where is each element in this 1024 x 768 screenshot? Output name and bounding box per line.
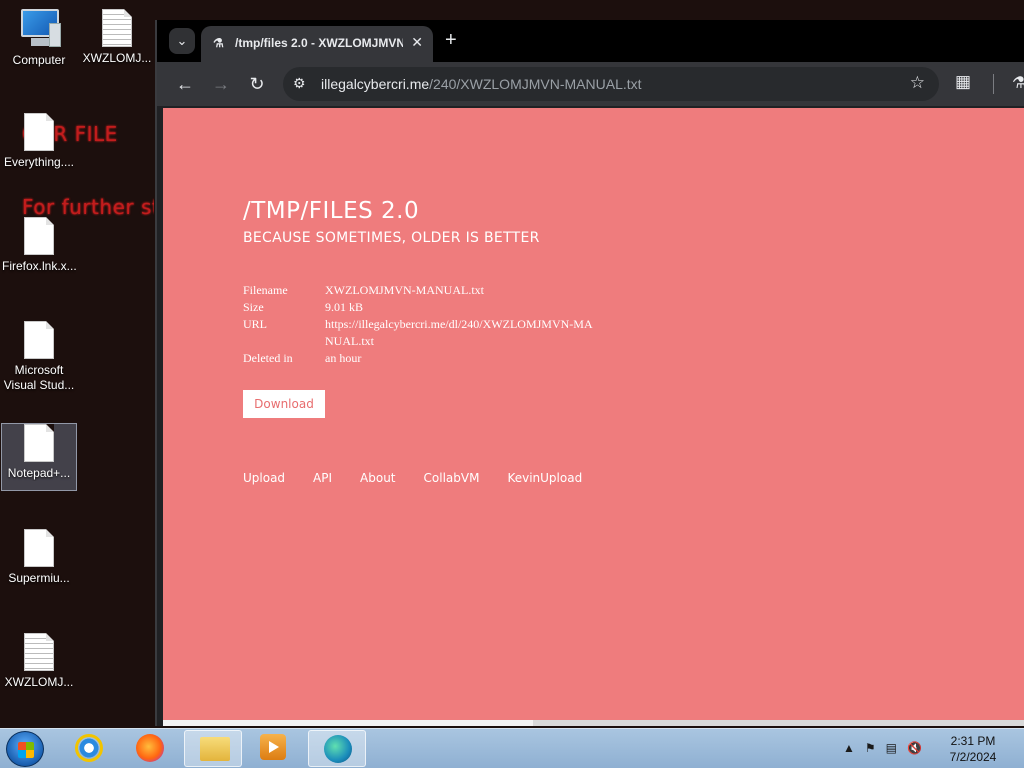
browser-toolbar: ← → ↻ ⚙ illegalcybercri.me/240/XWZLOMJMV… bbox=[157, 62, 1024, 106]
file-icon bbox=[24, 424, 54, 462]
horizontal-scrollbar[interactable] bbox=[163, 720, 1024, 726]
file-info-key: URL bbox=[243, 317, 267, 331]
file-info-row: Size 9.01 kB bbox=[243, 299, 595, 316]
text-file-icon bbox=[102, 9, 132, 47]
desktop-icon-label: Everything.... bbox=[3, 155, 75, 169]
scrollbar-thumb[interactable] bbox=[163, 720, 533, 726]
file-info-row: Deleted in an hour bbox=[243, 350, 595, 367]
desktop-icon-label: Firefox.lnk.x... bbox=[2, 259, 76, 273]
address-bar[interactable]: ⚙ illegalcybercri.me/240/XWZLOMJMVN-MANU… bbox=[283, 67, 939, 101]
tab-strip: ⌄ ⚗ /tmp/files 2.0 - XWZLOMJMVN ✕ + bbox=[157, 20, 1024, 62]
browser-icon bbox=[324, 735, 352, 763]
footer-link-api[interactable]: API bbox=[313, 471, 332, 485]
file-info-row: Filename XWZLOMJMVN-MANUAL.txt bbox=[243, 282, 595, 299]
footer-link-upload[interactable]: Upload bbox=[243, 471, 285, 485]
forward-button[interactable]: → bbox=[209, 72, 233, 96]
file-icon bbox=[24, 321, 54, 359]
start-button[interactable] bbox=[6, 731, 44, 767]
show-hidden-icons-icon[interactable]: ▲ bbox=[843, 741, 855, 755]
footer-link-about[interactable]: About bbox=[360, 471, 395, 485]
labs-flask-icon[interactable]: ⚗ bbox=[1012, 73, 1024, 93]
browser-tab[interactable]: ⚗ /tmp/files 2.0 - XWZLOMJMVN ✕ bbox=[201, 26, 433, 62]
desktop-icon-label: Microsoft Visual Stud... bbox=[3, 363, 75, 392]
file-info-row: URL https://illegalcybercri.me/dl/240/XW… bbox=[243, 316, 595, 350]
page-viewport: /TMP/FILES 2.0 BECAUSE SOMETIMES, OLDER … bbox=[163, 108, 1024, 720]
system-tray: ▲ ⚑ ▤ 🔇 bbox=[843, 741, 932, 755]
desktop-icon-everything[interactable]: Everything.... bbox=[1, 112, 77, 180]
taskbar-internet-explorer[interactable] bbox=[60, 730, 118, 767]
footer-nav: Upload API About CollabVM KevinUpload bbox=[243, 471, 610, 485]
clock-time: 2:31 PM bbox=[950, 734, 996, 748]
address-url[interactable]: illegalcybercri.me/240/XWZLOMJMVN-MANUAL… bbox=[321, 76, 642, 92]
desktop-icon-firefox-lnk[interactable]: Firefox.lnk.x... bbox=[1, 216, 77, 284]
network-icon[interactable]: ▤ bbox=[886, 741, 897, 755]
tab-search-button[interactable]: ⌄ bbox=[169, 28, 195, 54]
file-icon bbox=[24, 113, 54, 151]
file-info-value: 9.01 kB bbox=[325, 300, 364, 314]
browser-window: ⌄ ⚗ /tmp/files 2.0 - XWZLOMJMVN ✕ + ← → … bbox=[155, 20, 1024, 726]
internet-explorer-icon bbox=[75, 734, 103, 762]
tab-title: /tmp/files 2.0 - XWZLOMJMVN bbox=[235, 36, 403, 50]
desktop-icon-computer[interactable]: Computer bbox=[1, 8, 77, 76]
taskbar-clock[interactable]: 2:31 PM 7/2/2024 bbox=[940, 733, 1006, 765]
desktop-icon-label: Computer bbox=[12, 53, 66, 67]
folder-icon bbox=[200, 737, 230, 761]
extensions-puzzle-icon[interactable]: ▦ bbox=[955, 72, 971, 92]
text-file-icon bbox=[24, 633, 54, 671]
clock-date: 7/2/2024 bbox=[949, 750, 997, 764]
taskbar-media-player[interactable] bbox=[245, 730, 303, 767]
file-info-key: Size bbox=[243, 300, 264, 314]
file-info-key: Filename bbox=[243, 283, 288, 297]
new-tab-button[interactable]: + bbox=[445, 29, 457, 51]
taskbar-firefox[interactable] bbox=[121, 730, 179, 767]
footer-link-kevinupload[interactable]: KevinUpload bbox=[507, 471, 582, 485]
desktop-icon-label: XWZLOMJ... bbox=[4, 675, 74, 689]
firefox-icon bbox=[136, 734, 164, 762]
reload-button[interactable]: ↻ bbox=[245, 72, 269, 96]
footer-link-collabvm[interactable]: CollabVM bbox=[424, 471, 480, 485]
download-button[interactable]: Download bbox=[243, 390, 325, 418]
file-icon bbox=[24, 529, 54, 567]
computer-icon bbox=[17, 9, 61, 49]
page-subtitle: BECAUSE SOMETIMES, OLDER IS BETTER bbox=[243, 230, 540, 246]
back-button[interactable]: ← bbox=[173, 72, 197, 96]
file-url-link[interactable]: https://illegalcybercri.me/dl/240/XWZLOM… bbox=[325, 316, 595, 350]
desktop-icon-xwzlomj-file-2[interactable]: XWZLOMJ... bbox=[1, 632, 77, 700]
desktop-icon-label: XWZLOMJ... bbox=[82, 51, 152, 65]
desktop-icon-label: Notepad+... bbox=[7, 466, 71, 480]
volume-muted-icon[interactable]: 🔇 bbox=[907, 741, 922, 755]
windows-logo-icon bbox=[18, 742, 34, 758]
url-path: /240/XWZLOMJMVN-MANUAL.txt bbox=[429, 76, 642, 92]
taskbar-file-explorer[interactable] bbox=[184, 730, 242, 767]
file-info-value: an hour bbox=[325, 351, 362, 365]
site-info-icon[interactable]: ⚙ bbox=[293, 75, 306, 92]
desktop-icon-notepad-plus[interactable]: Notepad+... bbox=[1, 423, 77, 491]
url-host: illegalcybercri.me bbox=[321, 76, 430, 92]
toolbar-divider bbox=[993, 74, 994, 94]
favicon-icon: ⚗ bbox=[213, 36, 224, 50]
media-player-icon bbox=[260, 734, 286, 760]
page-title: /TMP/FILES 2.0 bbox=[243, 198, 420, 224]
desktop-icon-supermium[interactable]: Supermiu... bbox=[1, 528, 77, 596]
desktop-icon-xwzlomj-file[interactable]: XWZLOMJ... bbox=[79, 8, 155, 76]
file-info-table: Filename XWZLOMJMVN-MANUAL.txt Size 9.01… bbox=[243, 282, 595, 367]
taskbar: ▲ ⚑ ▤ 🔇 2:31 PM 7/2/2024 bbox=[0, 728, 1024, 768]
desktop-icon-visual-studio[interactable]: Microsoft Visual Stud... bbox=[1, 320, 77, 402]
bookmark-star-icon[interactable]: ☆ bbox=[910, 73, 925, 93]
chevron-down-icon: ⌄ bbox=[176, 33, 188, 48]
file-info-key: Deleted in bbox=[243, 351, 293, 365]
file-info-value: XWZLOMJMVN-MANUAL.txt bbox=[325, 283, 484, 297]
taskbar-browser[interactable] bbox=[308, 730, 366, 767]
close-tab-icon[interactable]: ✕ bbox=[411, 34, 423, 51]
action-center-flag-icon[interactable]: ⚑ bbox=[865, 741, 876, 755]
desktop-icon-label: Supermiu... bbox=[8, 571, 70, 585]
file-icon bbox=[24, 217, 54, 255]
